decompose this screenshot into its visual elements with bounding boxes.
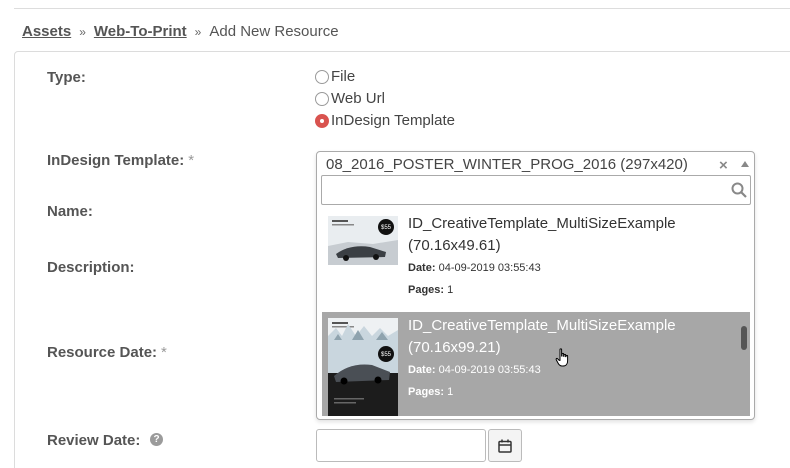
clear-selection-icon[interactable]: ×	[719, 157, 728, 174]
radio-file-label: File	[331, 68, 356, 85]
dropdown-scrollbar[interactable]	[741, 326, 747, 350]
description-label: Description:	[47, 259, 135, 276]
option-name: ID_CreativeTemplate_MultiSizeExample (70…	[408, 317, 676, 356]
thumbnail-price: $55	[381, 352, 392, 358]
option-pages-label: Pages:	[408, 386, 445, 398]
type-radio-file[interactable]: File	[315, 68, 355, 85]
option-pages-label: Pages:	[408, 284, 445, 296]
chevron-up-icon[interactable]	[741, 161, 749, 167]
template-thumbnail: $55	[328, 318, 398, 416]
required-marker: *	[188, 152, 195, 169]
type-radio-web-url[interactable]: Web Url	[315, 90, 385, 107]
option-pages-value: 1	[447, 284, 454, 296]
required-marker: *	[161, 344, 167, 361]
resource-date-label-text: Resource Date:	[47, 344, 158, 361]
review-date-input[interactable]	[316, 429, 486, 462]
indesign-template-label-text: InDesign Template:	[47, 152, 185, 169]
option-pages-value: 1	[447, 386, 454, 398]
dropdown-option[interactable]: $55 ID_CreativeTemplate_MultiSizeExample…	[322, 210, 750, 308]
radio-web-url-label: Web Url	[331, 90, 385, 107]
breadcrumb: Assets » Web-To-Print » Add New Resource	[22, 23, 339, 40]
option-date: Date: 04-09-2019 03:55:43	[408, 257, 738, 279]
review-date-label: Review Date:	[47, 432, 141, 449]
help-icon[interactable]: ?	[150, 433, 163, 446]
select-selected-value[interactable]: 08_2016_POSTER_WINTER_PROG_2016 (297x420…	[326, 156, 688, 173]
radio-indesign-template-label: InDesign Template	[331, 112, 455, 129]
calendar-icon	[498, 439, 512, 453]
option-date-value: 04-09-2019 03:55:43	[438, 262, 541, 274]
calendar-button[interactable]	[488, 429, 522, 462]
name-label: Name:	[47, 203, 93, 220]
indesign-template-label: InDesign Template: *	[47, 152, 194, 169]
search-icon	[731, 182, 747, 198]
breadcrumb-current: Add New Resource	[209, 23, 339, 40]
indesign-template-select[interactable]: 08_2016_POSTER_WINTER_PROG_2016 (297x420…	[316, 151, 755, 420]
option-date: Date: 04-09-2019 03:55:43	[408, 359, 738, 381]
option-date-label: Date:	[408, 364, 436, 376]
hand-cursor-icon	[555, 348, 569, 367]
dropdown-search-input[interactable]	[322, 176, 722, 204]
dropdown-search-box[interactable]	[321, 175, 751, 205]
option-pages: Pages: 1	[408, 279, 738, 301]
radio-indesign-template-circle[interactable]	[315, 113, 329, 128]
top-divider	[14, 8, 790, 9]
breadcrumb-assets-link[interactable]: Assets	[22, 23, 71, 40]
breadcrumb-separator: »	[79, 25, 86, 39]
option-text: ID_CreativeTemplate_MultiSizeExample (70…	[408, 213, 738, 301]
type-label: Type:	[47, 69, 86, 86]
radio-web-url-circle[interactable]	[315, 91, 329, 106]
option-pages: Pages: 1	[408, 381, 738, 403]
breadcrumb-web-to-print-link[interactable]: Web-To-Print	[94, 23, 187, 40]
option-text: ID_CreativeTemplate_MultiSizeExample (70…	[408, 315, 738, 403]
option-date-label: Date:	[408, 262, 436, 274]
resource-date-label: Resource Date: *	[47, 344, 167, 361]
radio-file-circle[interactable]	[315, 69, 329, 84]
breadcrumb-separator: »	[194, 25, 202, 39]
option-date-value: 04-09-2019 03:55:43	[438, 364, 541, 376]
thumbnail-price: $55	[381, 225, 392, 231]
type-radio-indesign-template[interactable]: InDesign Template	[315, 112, 455, 129]
template-thumbnail: $55	[328, 216, 398, 265]
option-name: ID_CreativeTemplate_MultiSizeExample (70…	[408, 215, 676, 254]
dropdown-option-highlighted[interactable]: $55 ID_CreativeTemplate_MultiSizeExample…	[322, 312, 750, 416]
